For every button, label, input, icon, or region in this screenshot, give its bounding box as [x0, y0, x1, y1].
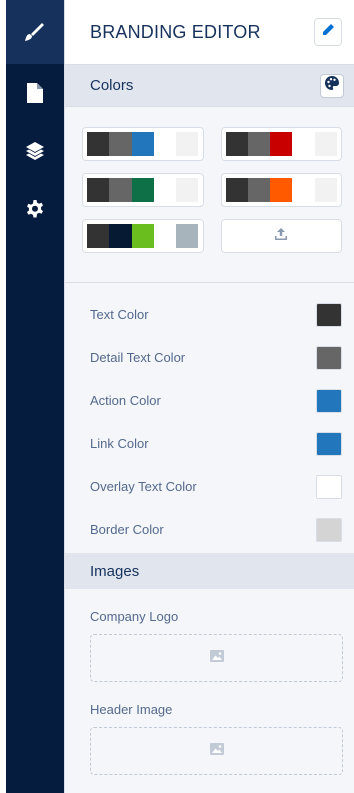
palette-swatch: [131, 132, 154, 156]
color-label: Border Color: [90, 522, 164, 537]
sidebar: [6, 0, 64, 793]
color-label: Detail Text Color: [90, 350, 186, 365]
upload-palette-button[interactable]: [220, 219, 342, 253]
palette-grid: [65, 107, 354, 283]
sidebar-item-branding[interactable]: [6, 0, 64, 64]
palette-swatch: [153, 178, 177, 202]
color-label: Overlay Text Color: [90, 479, 197, 494]
company-logo-label: Company Logo: [90, 609, 179, 624]
palette-swatch: [87, 178, 110, 202]
palette-swatch: [131, 178, 154, 202]
palette-swatch: [176, 132, 199, 156]
brush-icon: [24, 21, 46, 43]
color-setting-row: Text Color: [90, 293, 342, 336]
colors-section-header: Colors: [65, 65, 354, 107]
palette-swatch: [292, 178, 315, 202]
company-logo-dropzone[interactable]: [90, 634, 343, 682]
detail-text-color-swatch[interactable]: [316, 345, 342, 370]
palette-swatch: [247, 178, 271, 202]
page-icon: [27, 83, 43, 103]
sidebar-item-pages[interactable]: [6, 64, 64, 122]
color-setting-row: Detail Text Color: [90, 336, 342, 379]
palette-option-blue[interactable]: [82, 127, 204, 161]
image-icon: [209, 742, 224, 760]
upload-icon: [275, 227, 288, 245]
palette-swatch: [314, 132, 337, 156]
palette-swatch: [176, 178, 199, 202]
color-setting-row: Border Color: [90, 508, 342, 551]
color-setting-row: Action Color: [90, 379, 342, 422]
palette-swatch: [87, 132, 110, 156]
layers-icon: [26, 142, 44, 160]
image-icon: [209, 649, 224, 667]
palette-option-lime[interactable]: [82, 219, 204, 253]
link-color-swatch[interactable]: [316, 431, 342, 456]
action-color-swatch[interactable]: [316, 388, 342, 413]
palette-swatch: [109, 178, 132, 202]
palette-swatch: [314, 178, 337, 202]
images-section-title: Images: [90, 562, 140, 580]
palette-swatch: [270, 178, 293, 202]
color-settings-list: Text Color Detail Text Color Action Colo…: [65, 283, 354, 551]
theme-palette-button[interactable]: [320, 73, 344, 98]
palette-swatch: [225, 178, 248, 202]
color-setting-row: Overlay Text Color: [90, 465, 342, 508]
palette-icon: [325, 76, 339, 95]
company-logo-block: Company Logo: [65, 589, 354, 682]
palette-swatch: [225, 132, 248, 156]
palette-swatch: [153, 224, 177, 248]
edit-button[interactable]: [314, 18, 342, 46]
color-label: Link Color: [90, 436, 149, 451]
branding-panel: BRANDING EDITOR Colors Text Color Detail…: [64, 0, 354, 793]
color-label: Action Color: [90, 393, 161, 408]
text-color-swatch[interactable]: [316, 302, 342, 327]
colors-section-title: Colors: [90, 77, 134, 94]
palette-swatch: [176, 224, 199, 248]
sidebar-item-components[interactable]: [6, 122, 64, 180]
header-image-block: Header Image: [65, 682, 354, 775]
palette-swatch: [109, 132, 132, 156]
border-color-swatch[interactable]: [316, 517, 342, 542]
page-title: BRANDING EDITOR: [90, 21, 261, 42]
pencil-icon: [322, 23, 334, 41]
palette-option-green[interactable]: [82, 173, 204, 207]
palette-option-red[interactable]: [220, 127, 342, 161]
palette-swatch: [87, 224, 110, 248]
palette-swatch: [270, 132, 293, 156]
panel-header: BRANDING EDITOR: [65, 0, 354, 65]
palette-swatch: [109, 224, 132, 248]
overlay-text-color-swatch[interactable]: [316, 474, 342, 499]
color-label: Text Color: [90, 307, 149, 322]
images-section-header: Images: [65, 553, 354, 589]
palette-swatch: [131, 224, 154, 248]
palette-option-orange[interactable]: [220, 173, 342, 207]
palette-swatch: [292, 132, 315, 156]
gear-icon: [25, 199, 45, 219]
palette-swatch: [153, 132, 177, 156]
header-image-label: Header Image: [90, 702, 173, 717]
header-image-dropzone[interactable]: [90, 727, 343, 775]
palette-swatch: [247, 132, 271, 156]
sidebar-item-settings[interactable]: [6, 180, 64, 238]
color-setting-row: Link Color: [90, 422, 342, 465]
